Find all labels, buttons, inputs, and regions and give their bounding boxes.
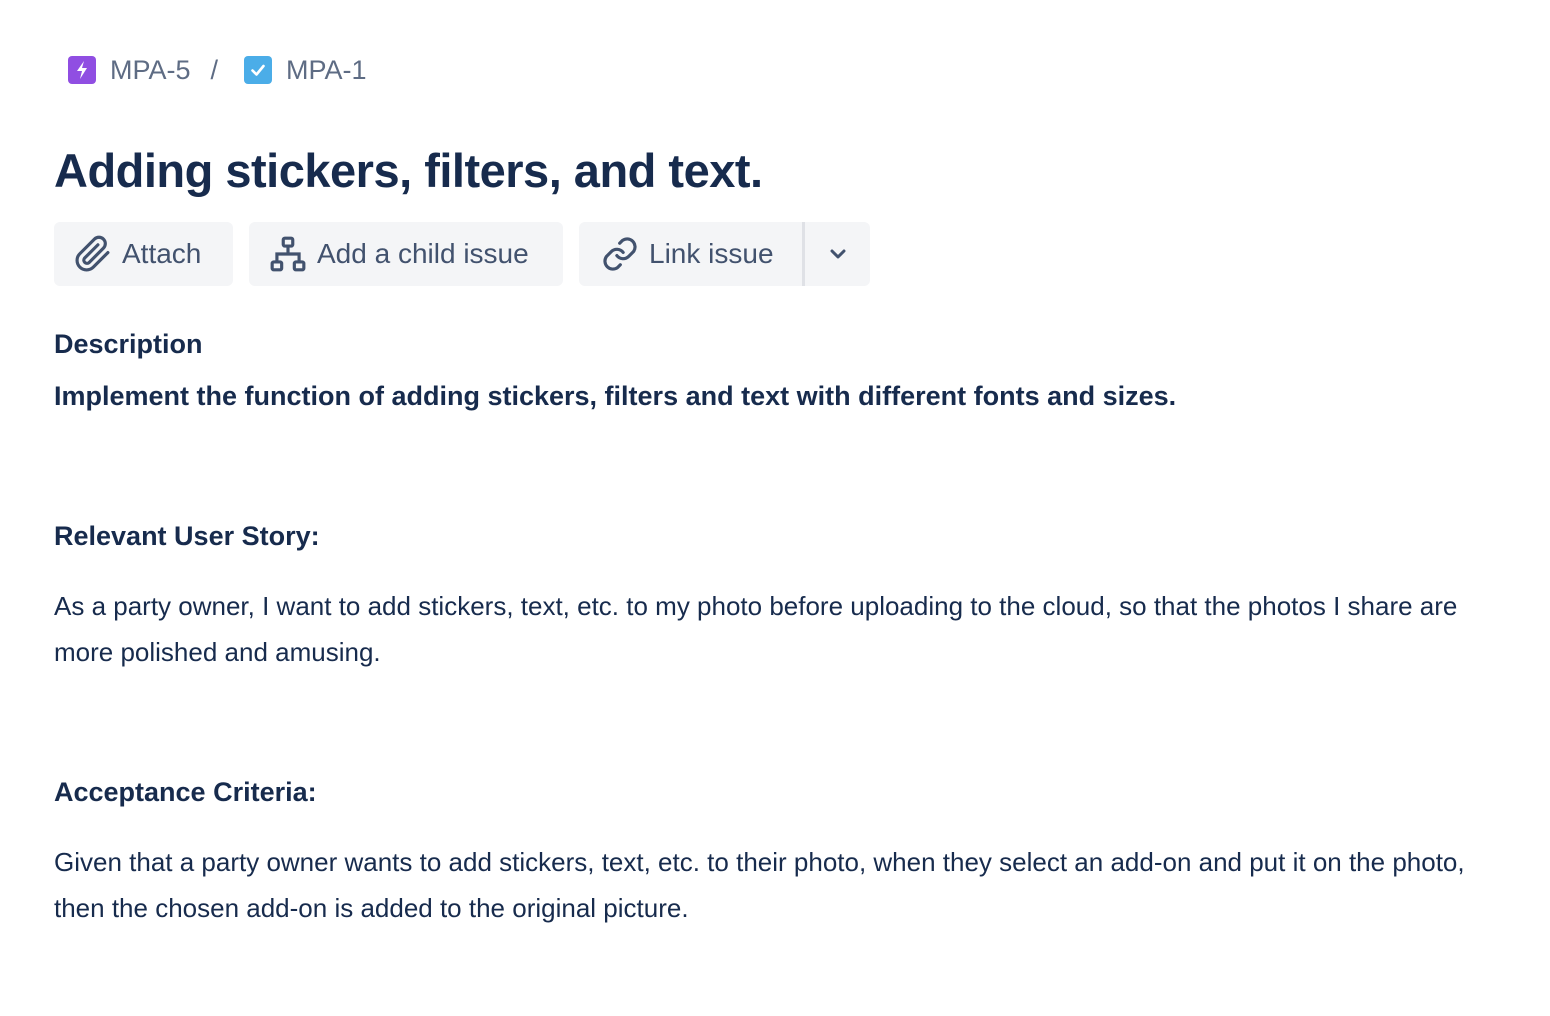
add-child-issue-label: Add a child issue <box>317 238 529 269</box>
user-story-text: As a party owner, I want to add stickers… <box>54 591 1458 667</box>
paperclip-icon <box>75 235 110 272</box>
user-story-heading: Relevant User Story: <box>54 521 320 551</box>
breadcrumb: MPA-5 / MPA-1 <box>68 52 367 88</box>
chevron-down-icon <box>830 249 845 259</box>
link-issue-split-button: Link issue <box>579 222 870 286</box>
task-checkbox-icon <box>244 56 273 84</box>
issue-title[interactable]: Adding stickers, filters, and text. <box>54 140 763 202</box>
epic-lightning-icon <box>68 56 96 84</box>
issue-toolbar: Attach Add a child issue Link issue <box>54 222 870 286</box>
add-child-issue-button[interactable]: Add a child issue <box>249 222 563 286</box>
breadcrumb-parent-issue[interactable]: MPA-5 <box>68 55 191 86</box>
link-icon <box>603 237 637 271</box>
attach-button[interactable]: Attach <box>54 222 233 286</box>
more-actions-button[interactable] <box>805 222 870 286</box>
breadcrumb-parent-key: MPA-5 <box>110 54 191 85</box>
description-summary[interactable]: Implement the function of adding sticker… <box>54 378 1176 414</box>
acceptance-criteria-heading: Acceptance Criteria: <box>54 777 317 807</box>
attach-button-label: Attach <box>122 238 202 269</box>
acceptance-criteria-text: Given that a party owner wants to add st… <box>54 847 1465 923</box>
hierarchy-icon <box>270 236 306 272</box>
breadcrumb-separator: / <box>210 54 219 85</box>
breadcrumb-current-issue[interactable]: MPA-1 <box>244 55 367 86</box>
link-issue-button[interactable]: Link issue <box>579 222 802 286</box>
issue-view: MPA-5 / MPA-1 Adding stickers, filters, … <box>0 0 1550 1016</box>
link-issue-label: Link issue <box>649 238 774 269</box>
description-label: Description <box>54 329 203 359</box>
breadcrumb-current-key: MPA-1 <box>286 54 367 85</box>
